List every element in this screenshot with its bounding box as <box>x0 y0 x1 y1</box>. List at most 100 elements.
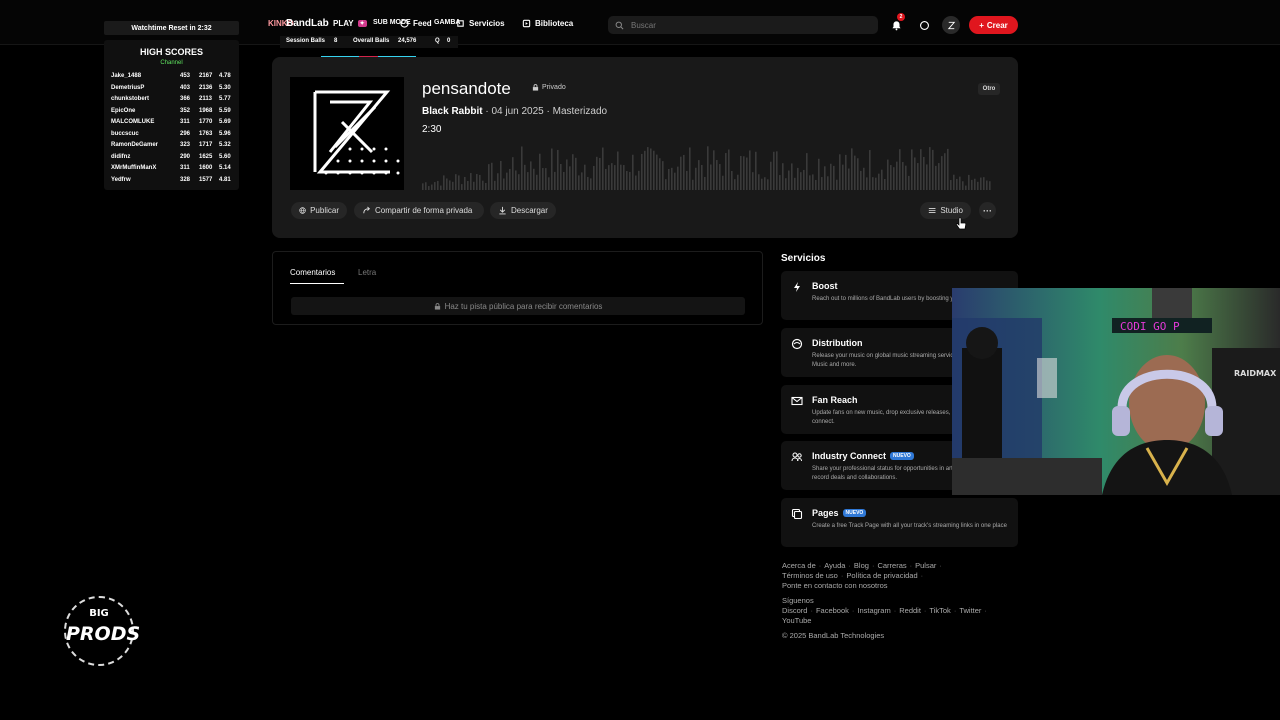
bandlab-logo[interactable]: BandLab <box>286 18 329 29</box>
download-icon <box>499 206 506 215</box>
footer-link[interactable]: Términos de uso <box>782 571 838 581</box>
service-description: Create a free Track Page with all your t… <box>812 523 1007 529</box>
footer-link[interactable]: Ponte en contacto con nosotros <box>782 581 888 591</box>
score-value-3: 5.96 <box>219 130 231 137</box>
waveform-bar <box>761 178 763 190</box>
score-value-3: 5.30 <box>219 84 231 91</box>
score-value-2: 1717 <box>199 142 213 148</box>
create-button[interactable]: + Crear <box>969 16 1018 34</box>
footer-link[interactable]: Pulsar <box>915 561 936 571</box>
waveform-bar <box>605 168 607 190</box>
waveform-bar <box>551 148 553 190</box>
footer-link[interactable]: Discord <box>782 606 807 616</box>
footer-link[interactable]: Carreras <box>877 561 906 571</box>
score-player: RamonDeGamer <box>111 142 159 148</box>
footer-link[interactable]: Política de privacidad <box>846 571 917 581</box>
waveform-bar <box>752 172 754 190</box>
waveform-bar <box>629 171 631 190</box>
score-value-3: 5.32 <box>219 142 231 148</box>
download-button[interactable]: Descargar <box>490 202 556 219</box>
footer-link[interactable]: Instagram <box>857 606 890 616</box>
waveform-bar <box>602 147 604 190</box>
score-row: chunkstobert 366 2113 5.77 <box>111 96 236 106</box>
avatar[interactable] <box>942 16 960 34</box>
footer-link[interactable]: YouTube <box>782 616 811 626</box>
waveform-bar <box>818 158 820 190</box>
waveform-bar <box>770 161 772 190</box>
footer-link[interactable]: Ayuda <box>824 561 845 571</box>
nav-feed[interactable]: Feed <box>400 19 432 28</box>
avatar-logo-icon <box>947 21 955 29</box>
share-privately-button[interactable]: Compartir de forma privada <box>354 202 484 219</box>
bell-icon <box>891 20 901 30</box>
artist-name[interactable]: Black Rabbit <box>422 106 483 117</box>
high-scores-panel: HIGH SCORES Channel Jake_1488 453 2167 4.78… <box>104 40 239 190</box>
nav-biblioteca[interactable]: Biblioteca <box>522 19 573 28</box>
tab-comments[interactable]: Comentarios <box>290 268 335 277</box>
search-bar[interactable] <box>608 16 878 34</box>
waveform-bar <box>902 162 904 190</box>
waveform-bar <box>971 179 973 190</box>
waveform-bar <box>914 157 916 190</box>
more-options-button[interactable]: ··· <box>979 202 996 219</box>
service-pages[interactable]: Pages NUEVO Create a free Track Page with … <box>781 498 1018 547</box>
waveform-bar <box>575 157 577 190</box>
waveform-bar <box>926 164 928 190</box>
waveform-bar <box>980 177 982 190</box>
tab-lyrics[interactable]: Letra <box>358 268 376 277</box>
messages-button[interactable] <box>915 16 933 34</box>
waveform-bar <box>728 149 730 190</box>
footer-separator: · <box>851 606 855 615</box>
overall-balls-value: 24,576 <box>398 38 417 44</box>
waveform-bar <box>947 148 949 190</box>
footer-link[interactable]: TikTok <box>929 606 950 616</box>
score-value-2: 1763 <box>199 130 213 137</box>
footer-link[interactable]: Blog <box>854 561 869 571</box>
waveform-bar <box>578 175 580 190</box>
waveform-bar <box>767 179 769 190</box>
waveform-bar <box>449 180 451 190</box>
waveform-bar <box>797 167 799 190</box>
notifications-button[interactable]: 2 <box>887 13 905 34</box>
score-player: Jake_1488 <box>111 73 142 79</box>
waveform-bar <box>458 175 460 190</box>
waveform-bar <box>500 160 502 190</box>
waveform-bar <box>854 155 856 190</box>
waveform-bar <box>758 174 760 190</box>
score-value-2: 1600 <box>199 165 213 171</box>
waveform-bar <box>953 174 955 190</box>
footer-separator: · <box>818 561 822 570</box>
footer-link[interactable]: Reddit <box>899 606 921 616</box>
waveform-bar <box>806 153 808 190</box>
search-input[interactable] <box>629 19 873 31</box>
score-player: DemetriusP <box>111 84 145 91</box>
score-value-3: 5.59 <box>219 107 231 114</box>
footer-separator: · <box>939 561 942 570</box>
footer-link[interactable]: Acerca de <box>782 561 816 571</box>
pages-icon <box>791 508 803 520</box>
waveform[interactable] <box>422 138 997 190</box>
waveform-bar <box>749 150 751 190</box>
waveform-bar <box>686 170 688 190</box>
waveform-bar <box>599 158 601 190</box>
waveform-bar <box>455 174 457 190</box>
waveform-bar <box>773 151 775 190</box>
nav-servicios[interactable]: Servicios <box>456 19 505 28</box>
waveform-bar <box>716 160 718 190</box>
waveform-bar <box>464 176 466 190</box>
waveform-bar <box>611 163 613 190</box>
waveform-bar <box>515 170 517 190</box>
waveform-bar <box>650 148 652 190</box>
waveform-bar <box>557 149 559 190</box>
waveform-bar <box>965 185 967 190</box>
footer-link[interactable]: Facebook <box>816 606 849 616</box>
footer-link[interactable]: Twitter <box>959 606 981 616</box>
waveform-bar <box>803 169 805 190</box>
q-label: Q <box>435 38 440 44</box>
waveform-bar <box>476 174 478 190</box>
waveform-bar <box>860 170 862 190</box>
score-row: didifnz 290 1625 5.60 <box>111 154 236 164</box>
waveform-bar <box>452 181 454 190</box>
publish-button[interactable]: Publicar <box>291 202 347 219</box>
waveform-bar <box>425 182 427 190</box>
